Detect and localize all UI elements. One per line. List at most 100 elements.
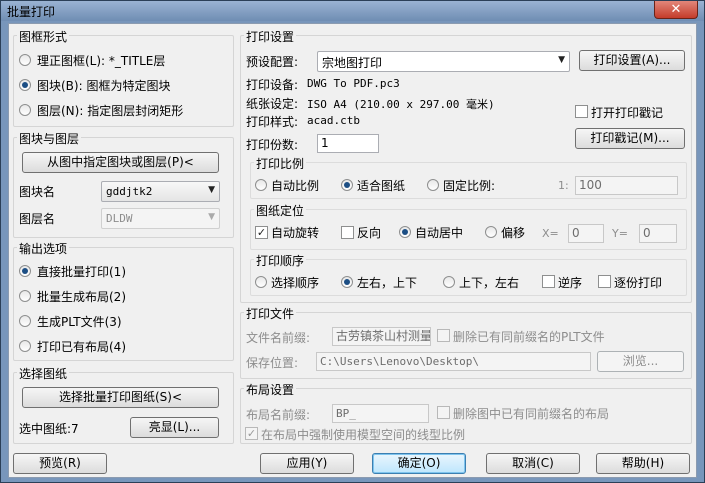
copies-input[interactable]: 1 <box>317 134 379 153</box>
frame-radio-title-layer[interactable] <box>19 54 31 66</box>
offset-label[interactable]: 偏移 <box>501 224 525 241</box>
scale-ratio-input[interactable]: 100 <box>575 176 678 195</box>
copies-label: 打印份数: <box>246 138 299 152</box>
reverse-checkbox[interactable] <box>341 226 354 239</box>
print-settings-label: 打印设置 <box>244 28 297 45</box>
force-linetype-label[interactable]: 在布局中强制使用模型空间的线型比例 <box>261 426 465 443</box>
offset-y-label: Y= <box>612 227 628 240</box>
pick-block-layer-button[interactable]: 从图中指定图块或图层(P)< <box>22 152 219 173</box>
browse-button[interactable]: 浏览... <box>597 351 684 372</box>
output-label: 输出选项 <box>17 240 70 257</box>
order-option-label-0[interactable]: 选择顺序 <box>271 274 319 291</box>
chevron-down-icon: ▼ <box>208 212 215 222</box>
open-stamp-checkbox[interactable] <box>575 105 588 118</box>
offset-x-label: X= <box>542 227 559 240</box>
scale-option-label-2[interactable]: 固定比例: <box>443 177 495 194</box>
preset-select[interactable]: 宗地图打印 ▼ <box>317 51 570 72</box>
offset-y-input[interactable]: 0 <box>639 224 677 243</box>
save-location-label: 保存位置: <box>246 356 299 370</box>
window-title: 批量打印 <box>7 5 56 19</box>
delete-layout-label[interactable]: 删除图中已有同前缀名的布局 <box>453 405 609 422</box>
layout-prefix-label: 布局名前缀: <box>246 408 311 422</box>
scale-radio-fixed[interactable] <box>427 179 439 191</box>
style-label: 打印样式: <box>246 115 299 129</box>
output-radio-plt[interactable] <box>19 315 31 327</box>
scale-ratio-prefix: 1: <box>558 179 569 192</box>
auto-center-radio[interactable] <box>399 226 411 238</box>
ok-button[interactable]: 确定(O) <box>372 453 466 474</box>
output-option-label-1[interactable]: 批量生成布局(2) <box>37 288 126 305</box>
file-prefix-label: 文件名前缀: <box>246 331 311 345</box>
reverse-label[interactable]: 反向 <box>357 224 381 241</box>
output-option-label-3[interactable]: 打印已有布局(4) <box>37 338 126 355</box>
print-scale-label: 打印比例 <box>254 155 307 172</box>
print-file-label: 打印文件 <box>244 305 297 322</box>
paper-label: 纸张设定: <box>246 97 299 111</box>
selected-count: 选中图纸:7 <box>19 422 79 436</box>
block-name-select[interactable]: gddjtk2 ▼ <box>101 181 220 202</box>
frame-radio-block[interactable] <box>19 79 31 91</box>
output-option-label-0[interactable]: 直接批量打印(1) <box>37 263 126 280</box>
scale-option-label-0[interactable]: 自动比例 <box>271 177 319 194</box>
order-radio-tb-lr[interactable] <box>443 276 455 288</box>
output-radio-layout[interactable] <box>19 290 31 302</box>
auto-rotate-checkbox[interactable]: ✓ <box>255 226 268 239</box>
delete-plt-label[interactable]: 删除已有同前缀名的PLT文件 <box>453 328 605 345</box>
layout-prefix-input[interactable]: BP_ <box>332 404 429 423</box>
scale-option-label-1[interactable]: 适合图纸 <box>357 177 405 194</box>
auto-center-label[interactable]: 自动居中 <box>415 224 463 241</box>
paper-value: ISO A4 (210.00 x 297.00 毫米) <box>307 98 495 111</box>
chevron-down-icon: ▼ <box>558 55 565 65</box>
select-drawings-label: 选择图纸 <box>17 365 70 382</box>
output-radio-existing-layout[interactable] <box>19 340 31 352</box>
layer-name-select[interactable]: DLDW ▼ <box>101 208 220 229</box>
offset-x-input[interactable]: 0 <box>568 224 604 243</box>
style-value: acad.ctb <box>307 114 360 127</box>
copy-by-copy-checkbox[interactable] <box>598 275 611 288</box>
frame-option-label-0[interactable]: 理正图框(L): *_TITLE层 <box>37 52 165 69</box>
frame-option-label-2[interactable]: 图层(N): 指定图层封闭矩形 <box>37 102 183 119</box>
auto-rotate-label[interactable]: 自动旋转 <box>271 224 319 241</box>
layout-settings-label: 布局设置 <box>244 381 297 398</box>
preset-label: 预设配置: <box>246 55 299 69</box>
scale-radio-auto[interactable] <box>255 179 267 191</box>
open-stamp-label[interactable]: 打开打印戳记 <box>591 104 663 121</box>
delete-layout-checkbox[interactable] <box>437 406 450 419</box>
frame-radio-layer[interactable] <box>19 104 31 116</box>
order-radio-lr-tb[interactable] <box>341 276 353 288</box>
output-option-label-2[interactable]: 生成PLT文件(3) <box>37 313 122 330</box>
delete-plt-checkbox[interactable] <box>437 329 450 342</box>
paper-position-label: 图纸定位 <box>254 202 307 219</box>
layer-name-label: 图层名 <box>19 212 56 226</box>
title-bar[interactable]: 批量打印 ✕ <box>1 1 704 21</box>
frame-option-label-1[interactable]: 图块(B): 图框为特定图块 <box>37 77 170 94</box>
select-drawings-button[interactable]: 选择批量打印图纸(S)< <box>22 387 219 408</box>
print-order-label: 打印顺序 <box>254 252 307 269</box>
block-layer-label: 图块与图层 <box>17 130 82 147</box>
force-linetype-checkbox[interactable]: ✓ <box>245 427 258 440</box>
frame-style-label: 图框形式 <box>17 28 70 45</box>
order-radio-selection[interactable] <box>255 276 267 288</box>
reverse-order-checkbox[interactable] <box>542 275 555 288</box>
output-radio-direct[interactable] <box>19 265 31 277</box>
device-value: DWG To PDF.pc3 <box>307 77 400 90</box>
chevron-down-icon: ▼ <box>208 185 215 195</box>
highlight-button[interactable]: 亮显(L)... <box>130 417 219 438</box>
order-option-label-1[interactable]: 左右，上下 <box>357 274 417 291</box>
scale-radio-fit[interactable] <box>341 179 353 191</box>
order-option-label-2[interactable]: 上下，左右 <box>459 274 519 291</box>
preview-button[interactable]: 预览(R) <box>13 453 107 474</box>
reverse-order-label[interactable]: 逆序 <box>558 274 582 291</box>
apply-button[interactable]: 应用(Y) <box>260 453 354 474</box>
cancel-button[interactable]: 取消(C) <box>486 453 580 474</box>
save-location-input[interactable]: C:\Users\Lenovo\Desktop\ <box>316 352 591 371</box>
file-prefix-input[interactable]: 古劳镇茶山村测量 <box>332 327 431 346</box>
offset-radio[interactable] <box>485 226 497 238</box>
close-icon[interactable]: ✕ <box>654 1 698 19</box>
print-settings-button[interactable]: 打印设置(A)... <box>579 50 685 71</box>
print-stamp-button[interactable]: 打印戳记(M)... <box>575 128 685 149</box>
copy-by-copy-label[interactable]: 逐份打印 <box>614 274 662 291</box>
help-button[interactable]: 帮助(H) <box>596 453 690 474</box>
block-name-label: 图块名 <box>19 185 56 199</box>
batch-print-window: 批量打印 ✕ 图框形式 理正图框(L): *_TITLE层 图块(B): 图框为… <box>0 0 705 483</box>
